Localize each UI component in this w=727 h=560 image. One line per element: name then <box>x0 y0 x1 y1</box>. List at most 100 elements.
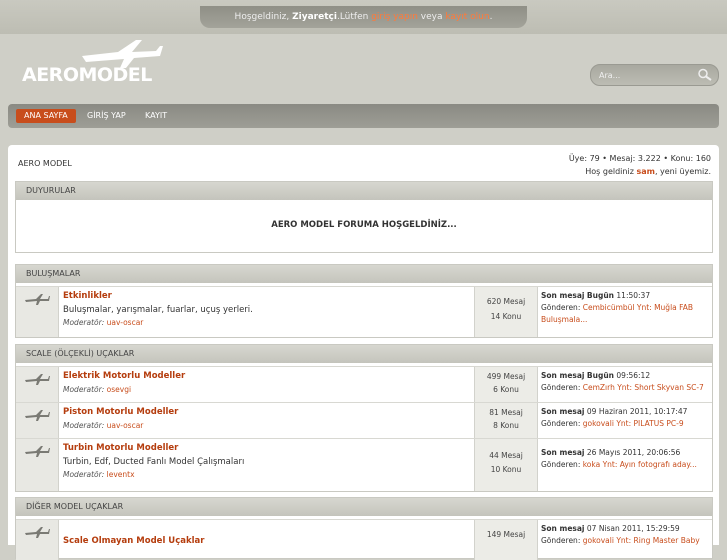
login-link[interactable]: giriş yapın <box>371 12 418 22</box>
category-scale: SCALE (ÖLÇEKLİ) UÇAKLAR Elektrik Motorlu… <box>15 344 713 492</box>
announcement-text: AERO MODEL FORUMA HOŞGELDİNİZ... <box>271 220 457 230</box>
posted-by-label: Gönderen: <box>541 460 581 469</box>
topic-count: 14 Konu <box>490 312 522 321</box>
last-post-link[interactable]: gokovali Ynt: Ring Master Baby <box>583 536 700 545</box>
last-post-time: 09:56:12 <box>616 371 651 380</box>
search-icon[interactable] <box>697 68 712 81</box>
moderator-label: Moderatör: <box>63 385 105 394</box>
section-header[interactable]: DUYURULAR <box>16 182 712 200</box>
newest-member-link[interactable]: sam <box>636 167 655 176</box>
main-content: AERO MODEL Üye: 79 • Mesaj: 3.222 • Konu… <box>8 145 719 560</box>
forum-title[interactable]: Etkinlikler <box>63 291 473 301</box>
nav-login[interactable]: GİRİŞ YAP <box>79 109 134 123</box>
last-post: Son mesaj 09 Haziran 2011, 10:17:47 Gönd… <box>541 406 711 430</box>
stats-counts: Üye: 79 • Mesaj: 3.222 • Konu: 160 <box>568 154 711 163</box>
moderator-link[interactable]: leventx <box>107 470 135 479</box>
forum-title[interactable]: Piston Motorlu Modeller <box>63 407 473 417</box>
forum-moderator: Moderatör: uav-oscar <box>63 318 473 327</box>
forum-title[interactable]: Elektrik Motorlu Modeller <box>63 371 473 381</box>
newest-post: , yeni üyemiz. <box>654 167 711 176</box>
forum-counts: 620 Mesaj 14 Konu <box>474 287 538 337</box>
forum-icon-cell <box>16 439 59 491</box>
last-post-link[interactable]: koka Ynt: Ayın fotografı aday... <box>583 460 697 469</box>
forum-info: Etkinlikler Buluşmalar, yarışmalar, fuar… <box>63 291 473 327</box>
forum-row: Etkinlikler Buluşmalar, yarışmalar, fuar… <box>16 286 712 337</box>
forum-stats: Üye: 79 • Mesaj: 3.222 • Konu: 160 Hoş g… <box>569 152 711 178</box>
nav-register[interactable]: KAYIT <box>137 109 175 123</box>
nav-home[interactable]: ANA SAYFA <box>16 109 76 123</box>
moderator-link[interactable]: osevgi <box>107 385 131 394</box>
post-count: 81 Mesaj <box>489 408 523 417</box>
forum-row: Elektrik Motorlu Modeller Moderatör: ose… <box>16 366 712 403</box>
search-input[interactable] <box>597 68 691 83</box>
announcements-section: DUYURULAR AERO MODEL FORUMA HOŞGELDİNİZ.… <box>15 181 713 253</box>
posted-by-label: Gönderen: <box>541 383 581 392</box>
airplane-icon <box>25 527 50 538</box>
posted-by-label: Gönderen: <box>541 419 581 428</box>
newest-pre: Hoş geldiniz <box>585 167 637 176</box>
posted-by-label: Gönderen: <box>541 536 581 545</box>
post-count: 499 Mesaj <box>486 372 526 381</box>
forum-moderator: Moderatör: uav-oscar <box>63 421 473 430</box>
register-link[interactable]: kayıt olun <box>445 12 489 22</box>
forum-counts: 499 Mesaj 6 Konu <box>474 367 538 403</box>
last-post-link[interactable]: CemZırh Ynt: Short Skyvan SC-7 <box>583 383 704 392</box>
last-post: Son mesaj 26 Mayıs 2011, 20:06:56 Gönder… <box>541 447 711 471</box>
post-count: 149 Mesaj <box>486 530 526 539</box>
top-bar: Hoşgeldiniz, Ziyaretçi.Lütfen giriş yapı… <box>0 0 727 34</box>
topic-count: 10 Konu <box>490 465 522 474</box>
forum-counts: 81 Mesaj 8 Konu <box>474 403 538 439</box>
last-post-date: Bugün <box>586 371 615 380</box>
last-post: Son mesaj Bugün 09:56:12 Gönderen: CemZı… <box>541 370 711 394</box>
forum-title[interactable]: Turbin Motorlu Modeller <box>63 443 473 453</box>
forum-description: Buluşmalar, yarışmalar, fuarlar, uçuş ye… <box>63 305 253 315</box>
search-box <box>590 64 719 86</box>
forum-info: Elektrik Motorlu Modeller Moderatör: ose… <box>63 371 473 394</box>
moderator-link[interactable]: uav-oscar <box>107 421 144 430</box>
section-header[interactable]: SCALE (ÖLÇEKLİ) UÇAKLAR <box>16 345 712 363</box>
last-post-time: 07 Nisan 2011, 15:29:59 <box>586 524 680 533</box>
forum-icon-cell <box>16 367 59 403</box>
posted-by-label: Gönderen: <box>541 303 581 312</box>
last-post-label: Son mesaj <box>541 448 585 457</box>
breadcrumb[interactable]: AERO MODEL <box>18 159 72 168</box>
last-post-time: 11:50:37 <box>616 291 651 300</box>
moderator-link[interactable]: uav-oscar <box>107 318 144 327</box>
main-nav: ANA SAYFA GİRİŞ YAP KAYIT <box>8 104 719 128</box>
forum-icon-cell <box>16 287 59 337</box>
forum-moderator: Moderatör: osevgi <box>63 385 473 394</box>
forum-icon-cell <box>16 403 59 439</box>
last-post-label: Son mesaj <box>541 524 585 533</box>
forum-counts: 149 Mesaj <box>474 520 538 560</box>
airplane-icon <box>25 446 50 457</box>
last-post: Son mesaj 07 Nisan 2011, 15:29:59 Gönder… <box>541 523 711 547</box>
forum-counts: 44 Mesaj 10 Konu <box>474 439 538 491</box>
category-meetups: BULUŞMALAR Etkinlikler Buluşmalar, yarış… <box>15 264 713 338</box>
guest-name: Ziyaretçi <box>292 12 337 22</box>
site-logo[interactable]: AEROMODEL <box>22 64 152 86</box>
post-count: 620 Mesaj <box>486 297 526 306</box>
moderator-label: Moderatör: <box>63 470 105 479</box>
category-other: DİĞER MODEL UÇAKLAR Scale Olmayan Model … <box>15 497 713 560</box>
welcome-message: Hoşgeldiniz, Ziyaretçi.Lütfen giriş yapı… <box>200 6 527 28</box>
header: AEROMODEL <box>0 34 727 104</box>
welcome-end: . <box>489 12 493 22</box>
last-post-label: Son mesaj <box>541 407 585 416</box>
forum-moderator: Moderatör: leventx <box>63 470 473 479</box>
airplane-icon <box>25 294 50 305</box>
last-post-label: Son mesaj <box>541 371 585 380</box>
stats-newest: Hoş geldiniz sam, yeni üyemiz. <box>569 165 711 178</box>
last-post: Son mesaj Bugün 11:50:37 Gönderen: Cembi… <box>541 290 711 326</box>
section-header[interactable]: BULUŞMALAR <box>16 265 712 283</box>
forum-description: Turbin, Edf, Ducted Fanlı Model Çalışmal… <box>63 457 245 467</box>
topic-count: 8 Konu <box>493 421 519 430</box>
section-header[interactable]: DİĞER MODEL UÇAKLAR <box>16 498 712 516</box>
airplane-icon <box>25 410 50 421</box>
last-post-link[interactable]: gokovali Ynt: PILATUS PC-9 <box>583 419 684 428</box>
post-count: 44 Mesaj <box>489 451 523 460</box>
moderator-label: Moderatör: <box>63 421 105 430</box>
forum-row: Scale Olmayan Model Uçaklar 149 Mesaj So… <box>16 519 712 560</box>
welcome-text-mid: .Lütfen <box>336 12 372 22</box>
forum-row: Piston Motorlu Modeller Moderatör: uav-o… <box>16 402 712 439</box>
forum-row: Turbin Motorlu Modeller Turbin, Edf, Duc… <box>16 438 712 491</box>
